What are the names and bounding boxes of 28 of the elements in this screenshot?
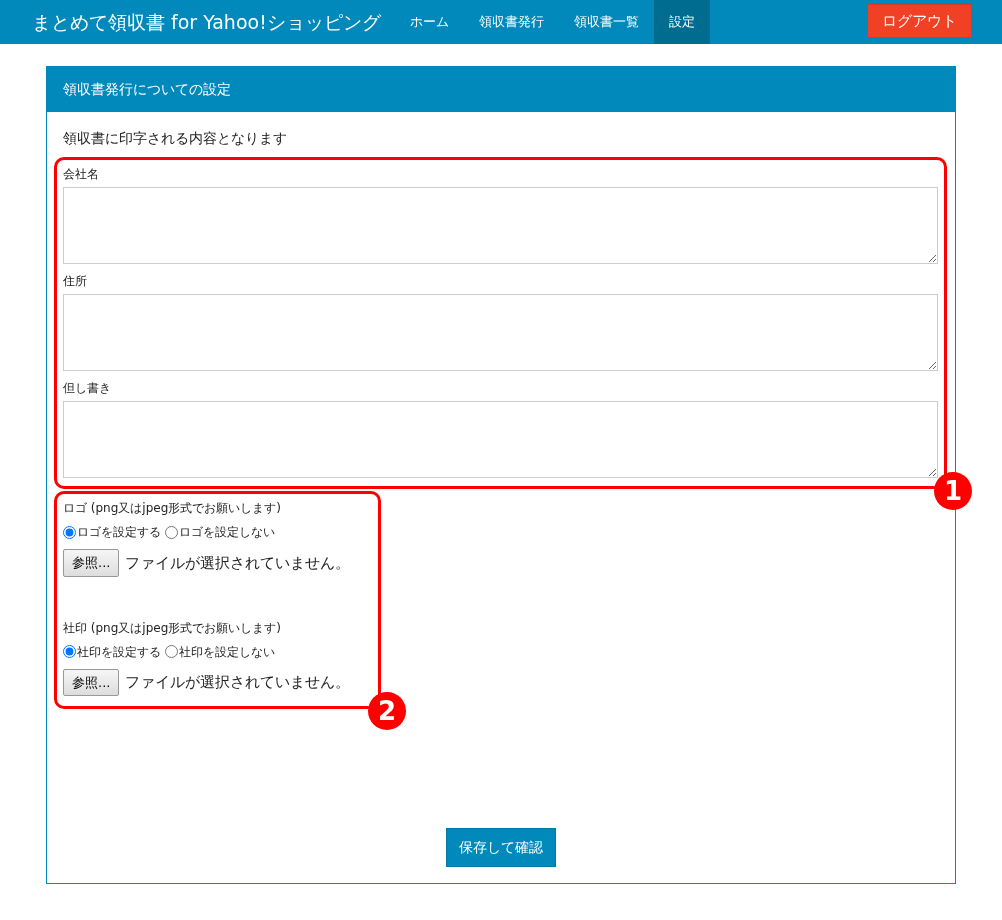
callout-number: 1 — [934, 472, 972, 510]
radio-button[interactable] — [165, 645, 178, 658]
field-label: 住所 — [63, 273, 88, 290]
radio-button[interactable] — [165, 525, 178, 539]
file-status: ファイルが選択されていません。 — [125, 672, 351, 693]
save-button[interactable]: 保存して確認 — [446, 828, 556, 867]
browse-button[interactable]: 参照... — [63, 549, 120, 577]
logout-button[interactable]: ログアウト — [867, 4, 972, 38]
field-label: 社印 (png又はjpeg形式でお願いします) — [63, 619, 282, 637]
field-label: ロゴ (png又はjpeg形式でお願いします) — [63, 500, 282, 517]
browse-button[interactable]: 参照... — [63, 668, 120, 696]
field-label: 会社名 — [63, 166, 100, 183]
radio-label: ロゴを設定する — [77, 524, 161, 541]
nav-tab[interactable]: 領収書発行 — [463, 0, 559, 44]
intro-text: 領収書に印字される内容となります — [62, 129, 288, 148]
field-label: 但し書き — [63, 380, 112, 397]
nav-tab[interactable]: ホーム — [394, 0, 464, 44]
radio-label: ロゴを設定しない — [179, 524, 275, 541]
nav-tab[interactable]: 領収書一覧 — [558, 0, 654, 44]
panel-title: 領収書発行についての設定 — [47, 67, 955, 112]
app-title: まとめて領収書 for Yahoo!ショッピング — [32, 9, 381, 35]
radio-label: 社印を設定する — [77, 643, 161, 661]
radio-button[interactable] — [63, 645, 76, 658]
file-status: ファイルが選択されていません。 — [125, 552, 351, 574]
callout-number: 2 — [368, 692, 406, 730]
radio-button[interactable] — [63, 525, 76, 539]
radio-label: 社印を設定しない — [179, 643, 275, 661]
nav-tab[interactable]: 設定 — [653, 0, 710, 44]
